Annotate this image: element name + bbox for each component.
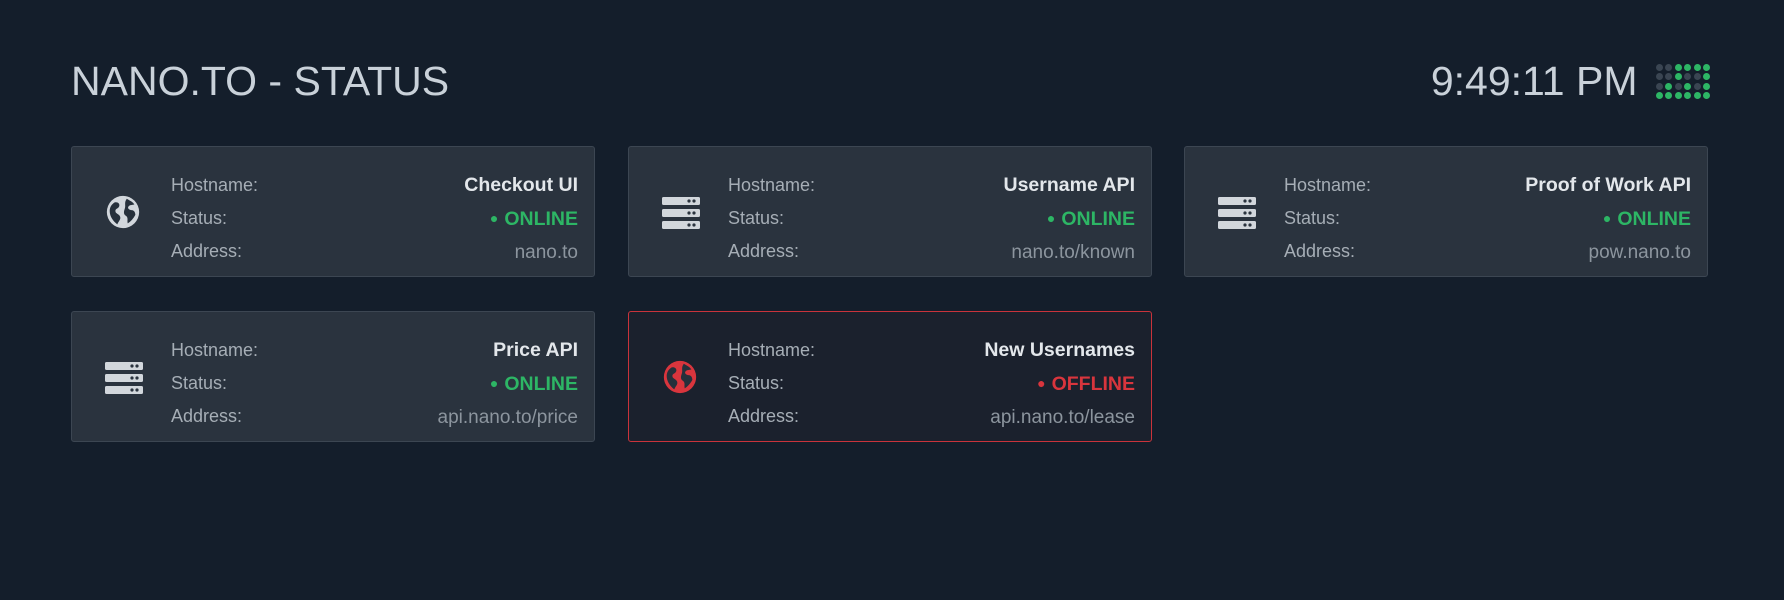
- activity-dot: [1665, 92, 1672, 100]
- clock-area: 9:49:11 PM: [1431, 58, 1710, 105]
- status-label: Status:: [728, 373, 785, 393]
- status-label: Status:: [171, 373, 228, 393]
- activity-indicator: [1655, 63, 1710, 100]
- status-text: ONLINE: [1617, 208, 1691, 230]
- activity-dot: [1684, 73, 1691, 81]
- activity-dot: [1693, 92, 1701, 100]
- hostname-label: Hostname:: [171, 340, 259, 360]
- activity-dot: [1684, 82, 1691, 90]
- field-values: Checkout UI ● ONLINE nano.to: [464, 169, 578, 269]
- status-text: ONLINE: [1061, 208, 1135, 230]
- clock: 9:49:11 PM: [1430, 58, 1638, 104]
- address-value[interactable]: api.nano.to/lease: [984, 401, 1135, 434]
- hostname-value: Checkout UI: [464, 174, 578, 196]
- header: NANO.TO - STATUS 9:49:11 PM: [71, 52, 1710, 110]
- hostname-value: Proof of Work API: [1525, 174, 1691, 196]
- status-value: ● ONLINE: [464, 202, 578, 236]
- hostname-label: Hostname:: [1284, 175, 1372, 195]
- status-dot: ●: [1046, 210, 1056, 226]
- globe-icon: [104, 193, 142, 231]
- address-label: Address:: [1284, 241, 1356, 261]
- status-text: OFFLINE: [1051, 373, 1135, 395]
- server-icon: [661, 193, 700, 231]
- service-card[interactable]: Hostname: Status: Address: New Usernames…: [628, 311, 1152, 442]
- globe-icon: [661, 358, 699, 396]
- activity-dot: [1655, 73, 1663, 81]
- server-icon: [1217, 193, 1256, 231]
- address-value[interactable]: nano.to: [464, 236, 578, 269]
- activity-dot: [1703, 63, 1710, 71]
- status-dot: ●: [489, 210, 499, 226]
- field-values: Username API ● ONLINE nano.to/known: [1003, 169, 1135, 269]
- activity-dot: [1665, 73, 1672, 81]
- service-card[interactable]: Hostname: Status: Address: Checkout UI ●…: [71, 146, 595, 277]
- field-values: Proof of Work API ● ONLINE pow.nano.to: [1525, 169, 1691, 269]
- activity-dot: [1665, 63, 1672, 71]
- field-labels: Hostname: Status: Address:: [1284, 169, 1371, 268]
- status-dot: ●: [1602, 210, 1612, 226]
- status-value: ● ONLINE: [1525, 202, 1691, 236]
- hostname-value: Username API: [1003, 174, 1135, 196]
- activity-dot: [1684, 92, 1691, 100]
- address-value[interactable]: nano.to/known: [1003, 236, 1135, 269]
- address-value[interactable]: pow.nano.to: [1525, 236, 1691, 269]
- address-label: Address:: [171, 241, 243, 261]
- address-label: Address:: [171, 406, 243, 426]
- activity-dot: [1693, 82, 1701, 90]
- hostname-label: Hostname:: [171, 175, 259, 195]
- hostname-value: New Usernames: [984, 339, 1135, 361]
- address-label: Address:: [728, 406, 800, 426]
- activity-dot: [1674, 63, 1682, 71]
- status-text: ONLINE: [504, 373, 578, 395]
- hostname-label: Hostname:: [728, 340, 816, 360]
- activity-dot: [1703, 73, 1710, 81]
- status-text: ONLINE: [504, 208, 578, 230]
- activity-dot: [1655, 63, 1663, 71]
- service-card[interactable]: Hostname: Status: Address: Proof of Work…: [1184, 146, 1708, 277]
- activity-dot: [1674, 82, 1682, 90]
- field-values: New Usernames ● OFFLINE api.nano.to/lease: [984, 334, 1135, 434]
- status-value: ● ONLINE: [1003, 202, 1135, 236]
- status-dot: ●: [1037, 375, 1046, 391]
- field-labels: Hostname: Status: Address:: [728, 169, 815, 268]
- page-title: NANO.TO - STATUS: [71, 58, 450, 104]
- status-value: ● ONLINE: [438, 367, 578, 401]
- field-values: Price API ● ONLINE api.nano.to/price: [438, 334, 579, 434]
- address-value[interactable]: api.nano.to/price: [438, 401, 579, 434]
- activity-dot: [1655, 82, 1663, 90]
- activity-dot: [1703, 82, 1710, 90]
- field-labels: Hostname: Status: Address:: [171, 334, 258, 433]
- activity-dot: [1674, 92, 1682, 100]
- service-card[interactable]: Hostname: Status: Address: Username API …: [628, 146, 1152, 277]
- activity-dot: [1703, 92, 1710, 100]
- activity-dot: [1693, 63, 1701, 71]
- hostname-label: Hostname:: [728, 175, 816, 195]
- activity-dot: [1693, 73, 1701, 81]
- field-labels: Hostname: Status: Address:: [171, 169, 258, 268]
- status-label: Status:: [728, 208, 785, 228]
- status-value: ● OFFLINE: [984, 367, 1135, 401]
- status-label: Status:: [1284, 208, 1341, 228]
- status-label: Status:: [171, 208, 228, 228]
- activity-dot: [1674, 73, 1682, 81]
- hostname-value: Price API: [493, 339, 578, 361]
- activity-dot: [1655, 92, 1663, 100]
- status-dot: ●: [489, 375, 499, 391]
- activity-dot: [1665, 82, 1672, 90]
- server-icon: [104, 358, 143, 396]
- service-card[interactable]: Hostname: Status: Address: Price API ● ON…: [71, 311, 595, 442]
- activity-dot: [1684, 63, 1691, 71]
- field-labels: Hostname: Status: Address:: [728, 334, 815, 433]
- address-label: Address:: [728, 241, 800, 261]
